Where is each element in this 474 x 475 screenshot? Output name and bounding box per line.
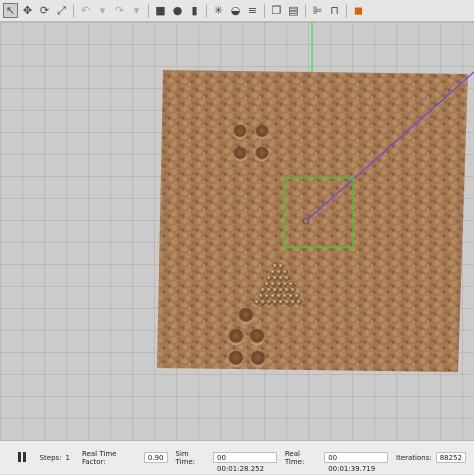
toolbar: ↖ ✥ ⟳ ⤢ ↶ ▾ ↷ ▾ ■ ● ▮ ✳ ◒ ≡ ❐ ▤ ⊫ ⊓ ◼ <box>0 0 474 22</box>
pebble <box>296 299 302 305</box>
pebble <box>272 275 278 281</box>
align-icon[interactable]: ⊫ <box>310 3 325 18</box>
select-icon[interactable]: ↖ <box>3 3 18 18</box>
iterations-label: Iterations: <box>396 453 432 462</box>
pebble <box>278 275 284 281</box>
spot-light-icon[interactable]: ◒ <box>228 3 243 18</box>
pebble <box>288 281 294 287</box>
pebble <box>276 293 282 299</box>
pebble <box>278 287 284 293</box>
point-light-icon[interactable]: ✳ <box>211 3 226 18</box>
pebble <box>270 281 276 287</box>
pebble <box>272 287 278 293</box>
pebble <box>288 293 294 299</box>
redo-dropdown-icon[interactable]: ▾ <box>129 3 144 18</box>
iterations-value: 88252 <box>435 452 466 463</box>
redo-icon[interactable]: ↷ <box>112 3 127 18</box>
undo-icon[interactable]: ↶ <box>78 3 93 18</box>
real-time-label: Real Time: <box>284 449 305 466</box>
steps-value[interactable]: 1 <box>66 454 70 462</box>
pebble <box>264 281 270 287</box>
undo-dropdown-icon[interactable]: ▾ <box>95 3 110 18</box>
pebble <box>290 287 296 293</box>
sim-time-label: Sim Time: <box>175 449 196 466</box>
scene-canvas[interactable] <box>0 22 474 440</box>
real-time-factor-label: Real Time Factor: <box>82 449 117 466</box>
pebble <box>294 293 300 299</box>
pebble <box>272 299 278 305</box>
copy-icon[interactable]: ❐ <box>269 3 284 18</box>
box-icon[interactable]: ■ <box>153 3 168 18</box>
status-bar: Steps: 1 Real Time Factor: 0.90 Sim Time… <box>0 440 474 474</box>
pause-button[interactable] <box>18 451 28 464</box>
robot-model[interactable] <box>302 217 310 225</box>
pebble <box>276 269 282 275</box>
pebble <box>278 299 284 305</box>
toolbar-separator <box>73 3 74 18</box>
pebble <box>284 287 290 293</box>
toolbar-separator <box>305 3 306 18</box>
directional-light-icon[interactable]: ≡ <box>245 3 260 18</box>
pebble <box>266 299 272 305</box>
snap-icon[interactable]: ⊓ <box>327 3 342 18</box>
pebble <box>260 299 266 305</box>
pebble <box>264 293 270 299</box>
scene-viewport[interactable] <box>0 22 474 440</box>
pebble <box>266 275 272 281</box>
pebble <box>284 299 290 305</box>
scale-icon[interactable]: ⤢ <box>54 3 69 18</box>
real-time-value: 00 00:01:39.719 <box>324 452 389 473</box>
screenshot-icon[interactable]: ◼ <box>351 3 366 18</box>
toolbar-separator <box>346 3 347 18</box>
pebble <box>272 263 278 269</box>
cylinder-icon[interactable]: ▮ <box>187 3 202 18</box>
translate-icon[interactable]: ✥ <box>20 3 35 18</box>
pebble <box>258 293 264 299</box>
pebble <box>290 299 296 305</box>
sim-time-value: 00 00:01:28.252 <box>213 452 277 473</box>
pebble <box>278 263 284 269</box>
pebble <box>270 269 276 275</box>
pebble <box>266 287 272 293</box>
gravel-terrain[interactable] <box>157 70 468 372</box>
pebble <box>284 275 290 281</box>
paste-icon[interactable]: ▤ <box>286 3 301 18</box>
sphere-icon[interactable]: ● <box>170 3 185 18</box>
steps-label: Steps: <box>39 453 62 462</box>
pebble <box>254 299 260 305</box>
pebble <box>282 269 288 275</box>
real-time-factor-value: 0.90 <box>143 452 168 463</box>
rotate-icon[interactable]: ⟳ <box>37 3 52 18</box>
toolbar-separator <box>206 3 207 18</box>
pebble <box>260 287 266 293</box>
pebble <box>282 293 288 299</box>
pebble <box>270 293 276 299</box>
toolbar-separator <box>148 3 149 18</box>
toolbar-separator <box>264 3 265 18</box>
pebble <box>276 281 282 287</box>
pebble <box>282 281 288 287</box>
